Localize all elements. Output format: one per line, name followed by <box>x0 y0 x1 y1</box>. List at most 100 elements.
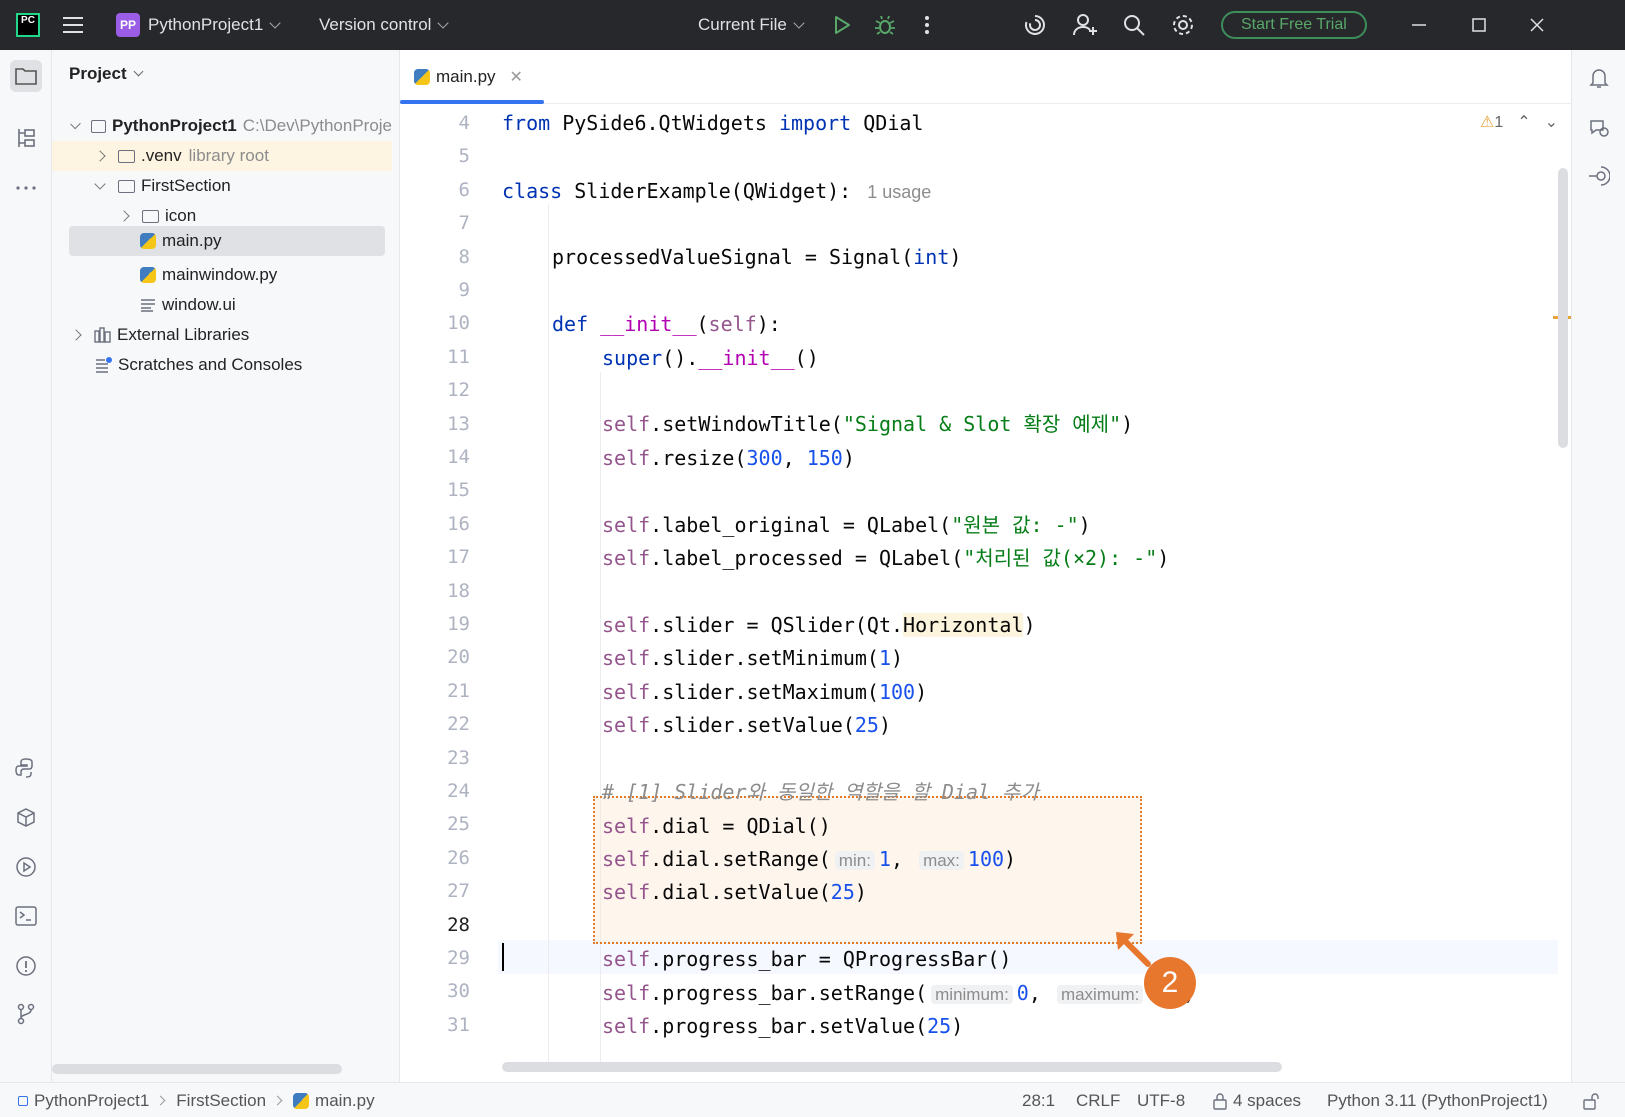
git-branch-icon[interactable] <box>10 998 42 1030</box>
tree-item-mainwindow-py[interactable]: mainwindow.py <box>52 260 392 290</box>
main-menu-icon[interactable] <box>62 0 84 50</box>
close-icon[interactable] <box>1530 0 1544 50</box>
code-editor[interactable]: from PySide6.QtWidgets import QDial clas… <box>498 104 1558 1073</box>
line-number[interactable]: 31 <box>447 1008 470 1042</box>
services-icon[interactable] <box>10 851 42 883</box>
add-user-icon[interactable] <box>1073 0 1099 50</box>
notifications-bell-icon[interactable] <box>1583 62 1615 94</box>
expand-arrow-icon[interactable] <box>94 150 106 162</box>
maximize-icon[interactable] <box>1472 0 1486 50</box>
project-panel-header[interactable]: Project <box>69 64 144 84</box>
line-number[interactable]: 4 <box>459 106 470 140</box>
expand-arrow-icon[interactable] <box>70 329 82 341</box>
line-number[interactable]: 30 <box>447 974 470 1008</box>
terminal-icon[interactable] <box>10 900 42 932</box>
line-separator[interactable]: CRLF <box>1076 1083 1120 1117</box>
tree-item-label: icon <box>165 206 197 225</box>
project-switcher[interactable]: PP PythonProject1 <box>116 0 281 50</box>
chevron-right-icon <box>272 1095 283 1106</box>
line-number[interactable]: 20 <box>447 640 470 674</box>
project-folder-icon[interactable] <box>10 60 42 92</box>
line-number[interactable]: 17 <box>447 540 470 574</box>
line-number[interactable]: 25 <box>447 807 470 841</box>
tree-item-firstsection[interactable]: FirstSection <box>52 171 392 201</box>
commit-icon[interactable] <box>1583 160 1615 192</box>
line-number[interactable]: 13 <box>447 407 470 441</box>
tree-item-venv[interactable]: .venv library root <box>52 141 392 171</box>
search-icon[interactable] <box>1122 0 1146 50</box>
read-only-lock-icon[interactable] <box>1582 1083 1600 1117</box>
line-number[interactable]: 16 <box>447 507 470 541</box>
editor-horizontal-scrollbar[interactable] <box>502 1062 1282 1072</box>
more-tools-icon[interactable] <box>10 172 42 204</box>
tree-item-window-ui[interactable]: window.ui <box>52 290 392 320</box>
vcs-menu[interactable]: Version control <box>319 0 450 50</box>
more-actions-icon[interactable] <box>924 0 930 50</box>
horizontal-scrollbar[interactable] <box>52 1064 342 1074</box>
status-bar: PythonProject1 FirstSection main.py 28:1… <box>0 1082 1625 1117</box>
python-interpreter[interactable]: Python 3.11 (PythonProject1) <box>1327 1083 1548 1117</box>
breadcrumb: PythonProject1 FirstSection main.py <box>18 1083 375 1117</box>
vertical-scrollbar[interactable] <box>1558 168 1568 448</box>
structure-icon[interactable] <box>10 122 42 154</box>
caret-position[interactable]: 28:1 <box>1022 1083 1055 1117</box>
line-number[interactable]: 23 <box>447 741 470 775</box>
line-number[interactable]: 15 <box>447 473 470 507</box>
start-free-trial-button[interactable]: Start Free Trial <box>1221 0 1367 50</box>
tree-item-external-libraries[interactable]: External Libraries <box>52 320 392 350</box>
line-number[interactable]: 19 <box>447 607 470 641</box>
run-config-selector[interactable]: Current File <box>698 0 805 50</box>
line-number[interactable]: 10 <box>447 306 470 340</box>
tree-item-main-py[interactable]: main.py <box>69 226 385 256</box>
line-number[interactable]: 18 <box>447 574 470 608</box>
breadcrumb-folder[interactable]: FirstSection <box>176 1091 266 1111</box>
line-number[interactable]: 8 <box>459 240 470 274</box>
line-number[interactable]: 14 <box>447 440 470 474</box>
warning-indicator[interactable]: ⚠1 <box>1480 112 1503 132</box>
line-number[interactable]: 12 <box>447 373 470 407</box>
project-name: PythonProject1 <box>148 15 264 34</box>
line-number[interactable]: 28 <box>447 908 470 942</box>
expand-arrow-icon[interactable] <box>118 210 130 222</box>
tree-item-project-root[interactable]: PythonProject1 C:\Dev\PythonProje <box>52 111 392 141</box>
problems-icon[interactable] <box>10 950 42 982</box>
line-number[interactable]: 24 <box>447 774 470 808</box>
next-highlight-icon[interactable]: ⌄ <box>1545 112 1558 132</box>
ai-chat-icon[interactable] <box>1583 112 1615 144</box>
line-number[interactable]: 6 <box>459 173 470 207</box>
line-number[interactable]: 26 <box>447 841 470 875</box>
line-number[interactable]: 5 <box>459 139 470 173</box>
previous-highlight-icon[interactable]: ⌃ <box>1517 112 1530 132</box>
line-number[interactable]: 29 <box>447 941 470 975</box>
ui-file-icon <box>141 299 155 312</box>
debug-icon[interactable] <box>874 0 896 50</box>
line-number[interactable]: 11 <box>447 340 470 374</box>
file-encoding[interactable]: UTF-8 <box>1137 1083 1185 1117</box>
minimize-icon[interactable] <box>1412 0 1426 50</box>
ai-assistant-icon[interactable] <box>1023 0 1047 50</box>
code-line-13: self.setWindowTitle("Signal & Slot 확장 예제… <box>602 412 1134 436</box>
app-logo-icon[interactable]: PC <box>16 0 40 50</box>
run-icon[interactable] <box>832 0 852 50</box>
inspection-widget[interactable]: ⚠1 ⌃ ⌄ <box>1480 112 1558 132</box>
line-number[interactable]: 7 <box>459 206 470 240</box>
settings-gear-icon[interactable] <box>1171 0 1195 50</box>
vcs-label: Version control <box>319 15 432 34</box>
code-line-16: self.label_original = QLabel("원본 값: -") <box>602 513 1091 537</box>
line-number[interactable]: 9 <box>459 273 470 307</box>
usage-hint[interactable]: 1 usage <box>867 182 931 202</box>
line-number[interactable]: 27 <box>447 874 470 908</box>
breadcrumb-file[interactable]: main.py <box>315 1091 375 1111</box>
indent-settings[interactable]: 4 spaces <box>1212 1083 1301 1117</box>
line-number[interactable]: 22 <box>447 707 470 741</box>
expand-arrow-icon[interactable] <box>70 118 81 129</box>
python-console-icon[interactable] <box>10 802 42 834</box>
tab-main-py[interactable]: main.py ✕ <box>414 50 523 104</box>
python-packages-icon[interactable] <box>10 752 42 784</box>
tree-item-scratches[interactable]: Scratches and Consoles <box>52 350 392 380</box>
breadcrumb-project[interactable]: PythonProject1 <box>34 1091 149 1111</box>
tree-item-label: External Libraries <box>117 325 250 344</box>
line-number[interactable]: 21 <box>447 674 470 708</box>
tab-close-icon[interactable]: ✕ <box>510 67 523 87</box>
expand-arrow-icon[interactable] <box>94 177 106 190</box>
